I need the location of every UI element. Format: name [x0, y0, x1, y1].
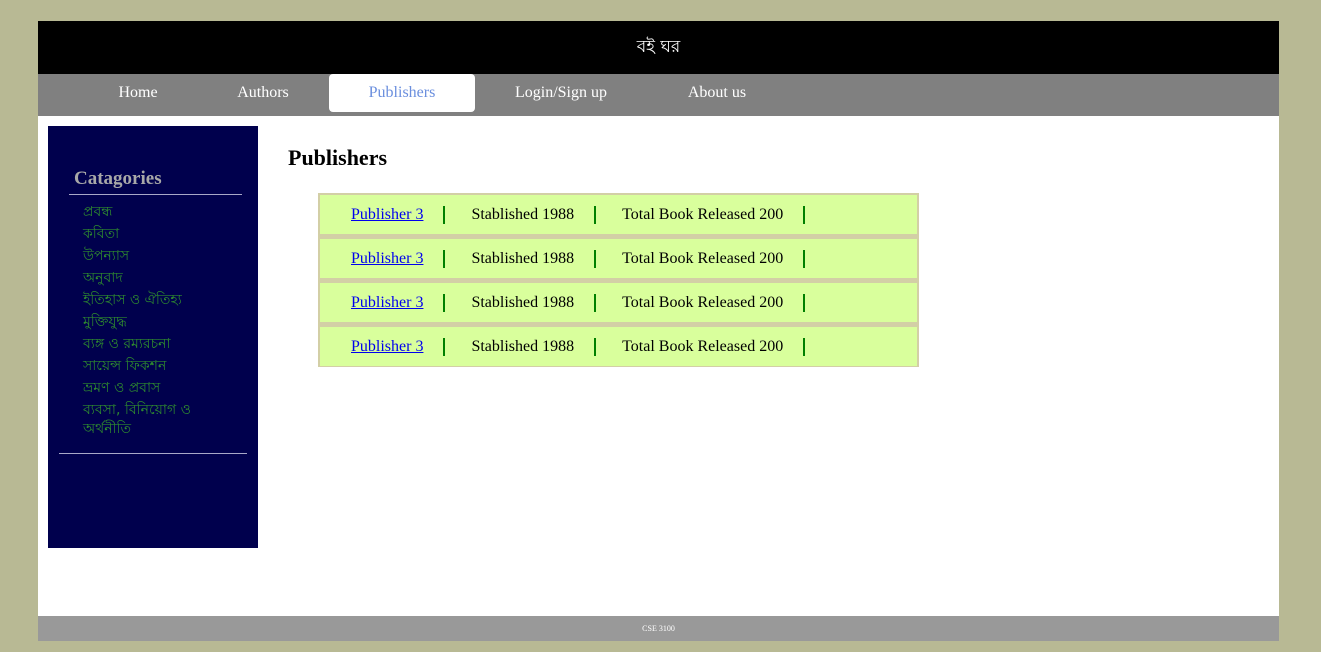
categories-title: Catagories — [69, 168, 242, 195]
category-item[interactable]: মুক্তিযুদ্ধ — [83, 313, 233, 332]
category-item[interactable]: কবিতা — [83, 225, 233, 244]
page-container: বই ঘর Home Authors Publishers Login/Sign… — [38, 21, 1279, 641]
publisher-link[interactable]: Publisher 3 — [351, 338, 423, 356]
category-item[interactable]: ব্যবসা, বিনিয়োগ ও অর্থনীতি — [83, 401, 233, 439]
publisher-link[interactable]: Publisher 3 — [351, 250, 423, 268]
category-item[interactable]: ইতিহাস ও ঐতিহ্য — [83, 291, 233, 310]
site-header: বই ঘর — [38, 21, 1279, 74]
nav-about-us[interactable]: About us — [667, 74, 767, 112]
nav-home[interactable]: Home — [97, 74, 179, 112]
nav-bar: Home Authors Publishers Login/Sign up Ab… — [38, 74, 1279, 116]
category-item[interactable]: প্রবন্ধ — [83, 203, 233, 222]
publisher-total-books: Total Book Released 200 — [596, 293, 806, 312]
publisher-name-cell: Publisher 3 — [320, 205, 446, 224]
category-item[interactable]: উপন্যাস — [83, 247, 233, 266]
category-item[interactable]: ব্যঙ্গ ও রম্যরচনা — [83, 335, 233, 354]
publisher-row: Publisher 3 Stablished 1988 Total Book R… — [320, 283, 917, 322]
publisher-established: Stablished 1988 — [445, 293, 597, 312]
publisher-established: Stablished 1988 — [445, 337, 597, 356]
publisher-link[interactable]: Publisher 3 — [351, 206, 423, 224]
nav-publishers[interactable]: Publishers — [329, 74, 475, 112]
page-title: Publishers — [288, 145, 388, 170]
publishers-table: Publisher 3 Stablished 1988 Total Book R… — [318, 193, 919, 367]
publisher-established: Stablished 1988 — [445, 205, 597, 224]
publisher-row: Publisher 3 Stablished 1988 Total Book R… — [320, 327, 917, 366]
category-item[interactable]: সায়েন্স ফিকশন — [83, 357, 233, 376]
site-title: বই ঘর — [636, 36, 681, 57]
publisher-row: Publisher 3 Stablished 1988 Total Book R… — [320, 239, 917, 278]
nav-authors[interactable]: Authors — [217, 74, 309, 112]
footer-text: CSE 3100 — [642, 624, 675, 633]
publisher-total-books: Total Book Released 200 — [596, 337, 806, 356]
category-item[interactable]: অনুবাদ — [83, 269, 233, 288]
category-item[interactable]: ভ্রমণ ও প্রবাস — [83, 379, 233, 398]
site-footer: CSE 3100 — [38, 616, 1279, 641]
publisher-name-cell: Publisher 3 — [320, 337, 446, 356]
categories-list: প্রবন্ধ কবিতা উপন্যাস অনুবাদ ইতিহাস ও ঐত… — [83, 203, 233, 442]
nav-login-signup[interactable]: Login/Sign up — [495, 74, 627, 112]
categories-sidebar: Catagories প্রবন্ধ কবিতা উপন্যাস অনুবাদ … — [48, 126, 258, 548]
publisher-total-books: Total Book Released 200 — [596, 205, 806, 224]
publisher-link[interactable]: Publisher 3 — [351, 294, 423, 312]
publisher-name-cell: Publisher 3 — [320, 249, 446, 268]
categories-divider — [59, 453, 247, 454]
publisher-established: Stablished 1988 — [445, 249, 597, 268]
publisher-name-cell: Publisher 3 — [320, 293, 446, 312]
publisher-total-books: Total Book Released 200 — [596, 249, 806, 268]
publisher-row: Publisher 3 Stablished 1988 Total Book R… — [320, 195, 917, 234]
